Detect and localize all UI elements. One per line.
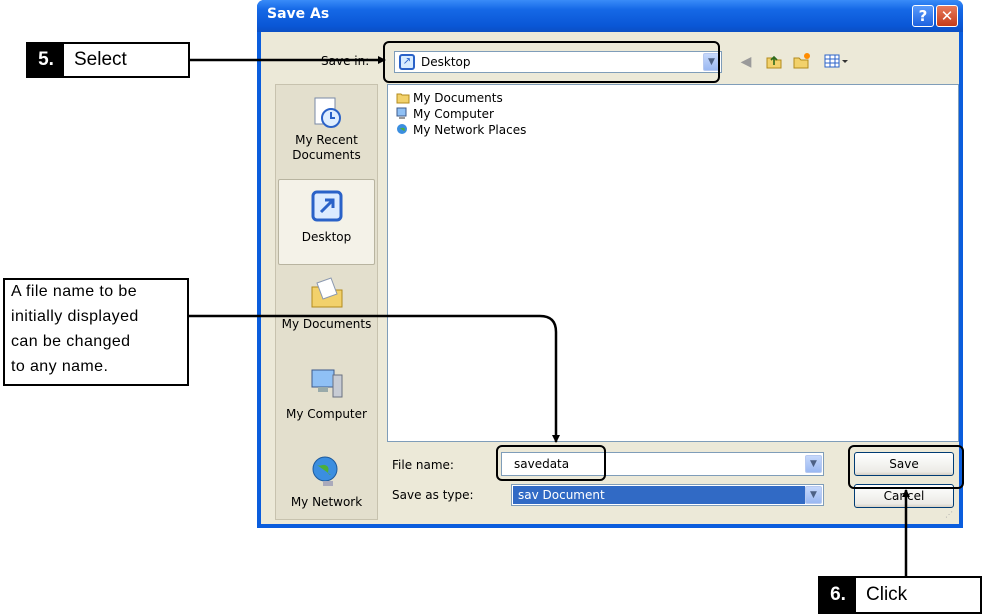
step-text: Select [74,49,127,70]
step-number: 6. [820,578,856,612]
note-line: can be changed [11,333,131,350]
step-number: 5. [28,44,64,76]
step-5-callout: 5. Select [26,42,190,78]
arrow-file-name [189,314,560,443]
step-6-callout: 6. Click [818,576,982,614]
step-text: Click [866,584,908,605]
file-name-note-callout: A file name to be initially displayed ca… [3,278,189,386]
note-line: to any name. [11,358,109,375]
note-line: A file name to be [11,283,137,300]
note-line: initially displayed [11,308,139,325]
